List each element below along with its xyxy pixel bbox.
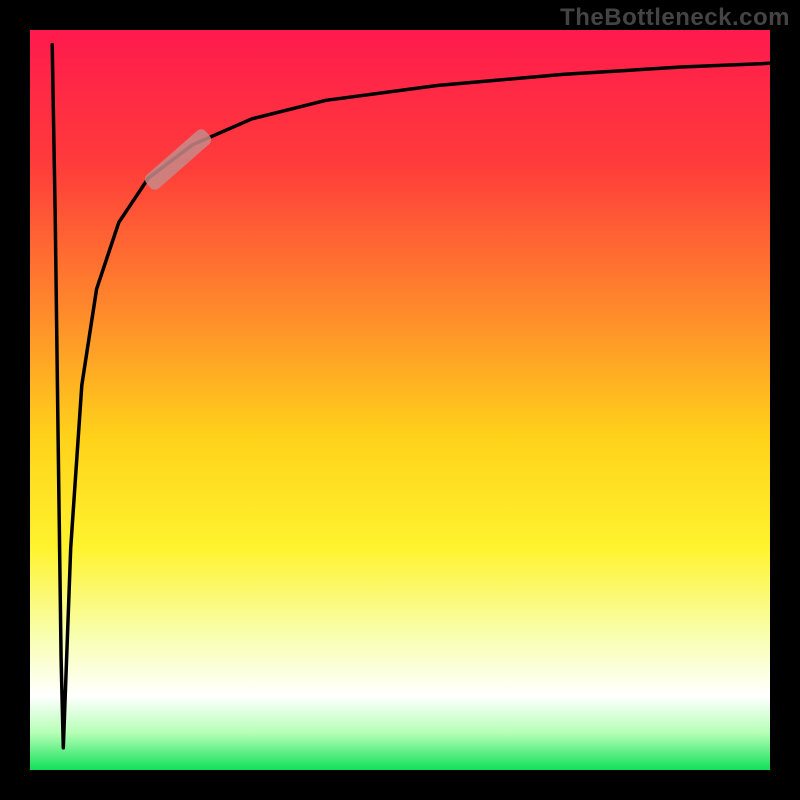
plot-area (30, 30, 770, 770)
gradient-background (30, 30, 770, 770)
watermark-text: TheBottleneck.com (560, 4, 790, 32)
bottleneck-chart-svg (30, 30, 770, 770)
chart-frame: TheBottleneck.com (0, 0, 800, 800)
